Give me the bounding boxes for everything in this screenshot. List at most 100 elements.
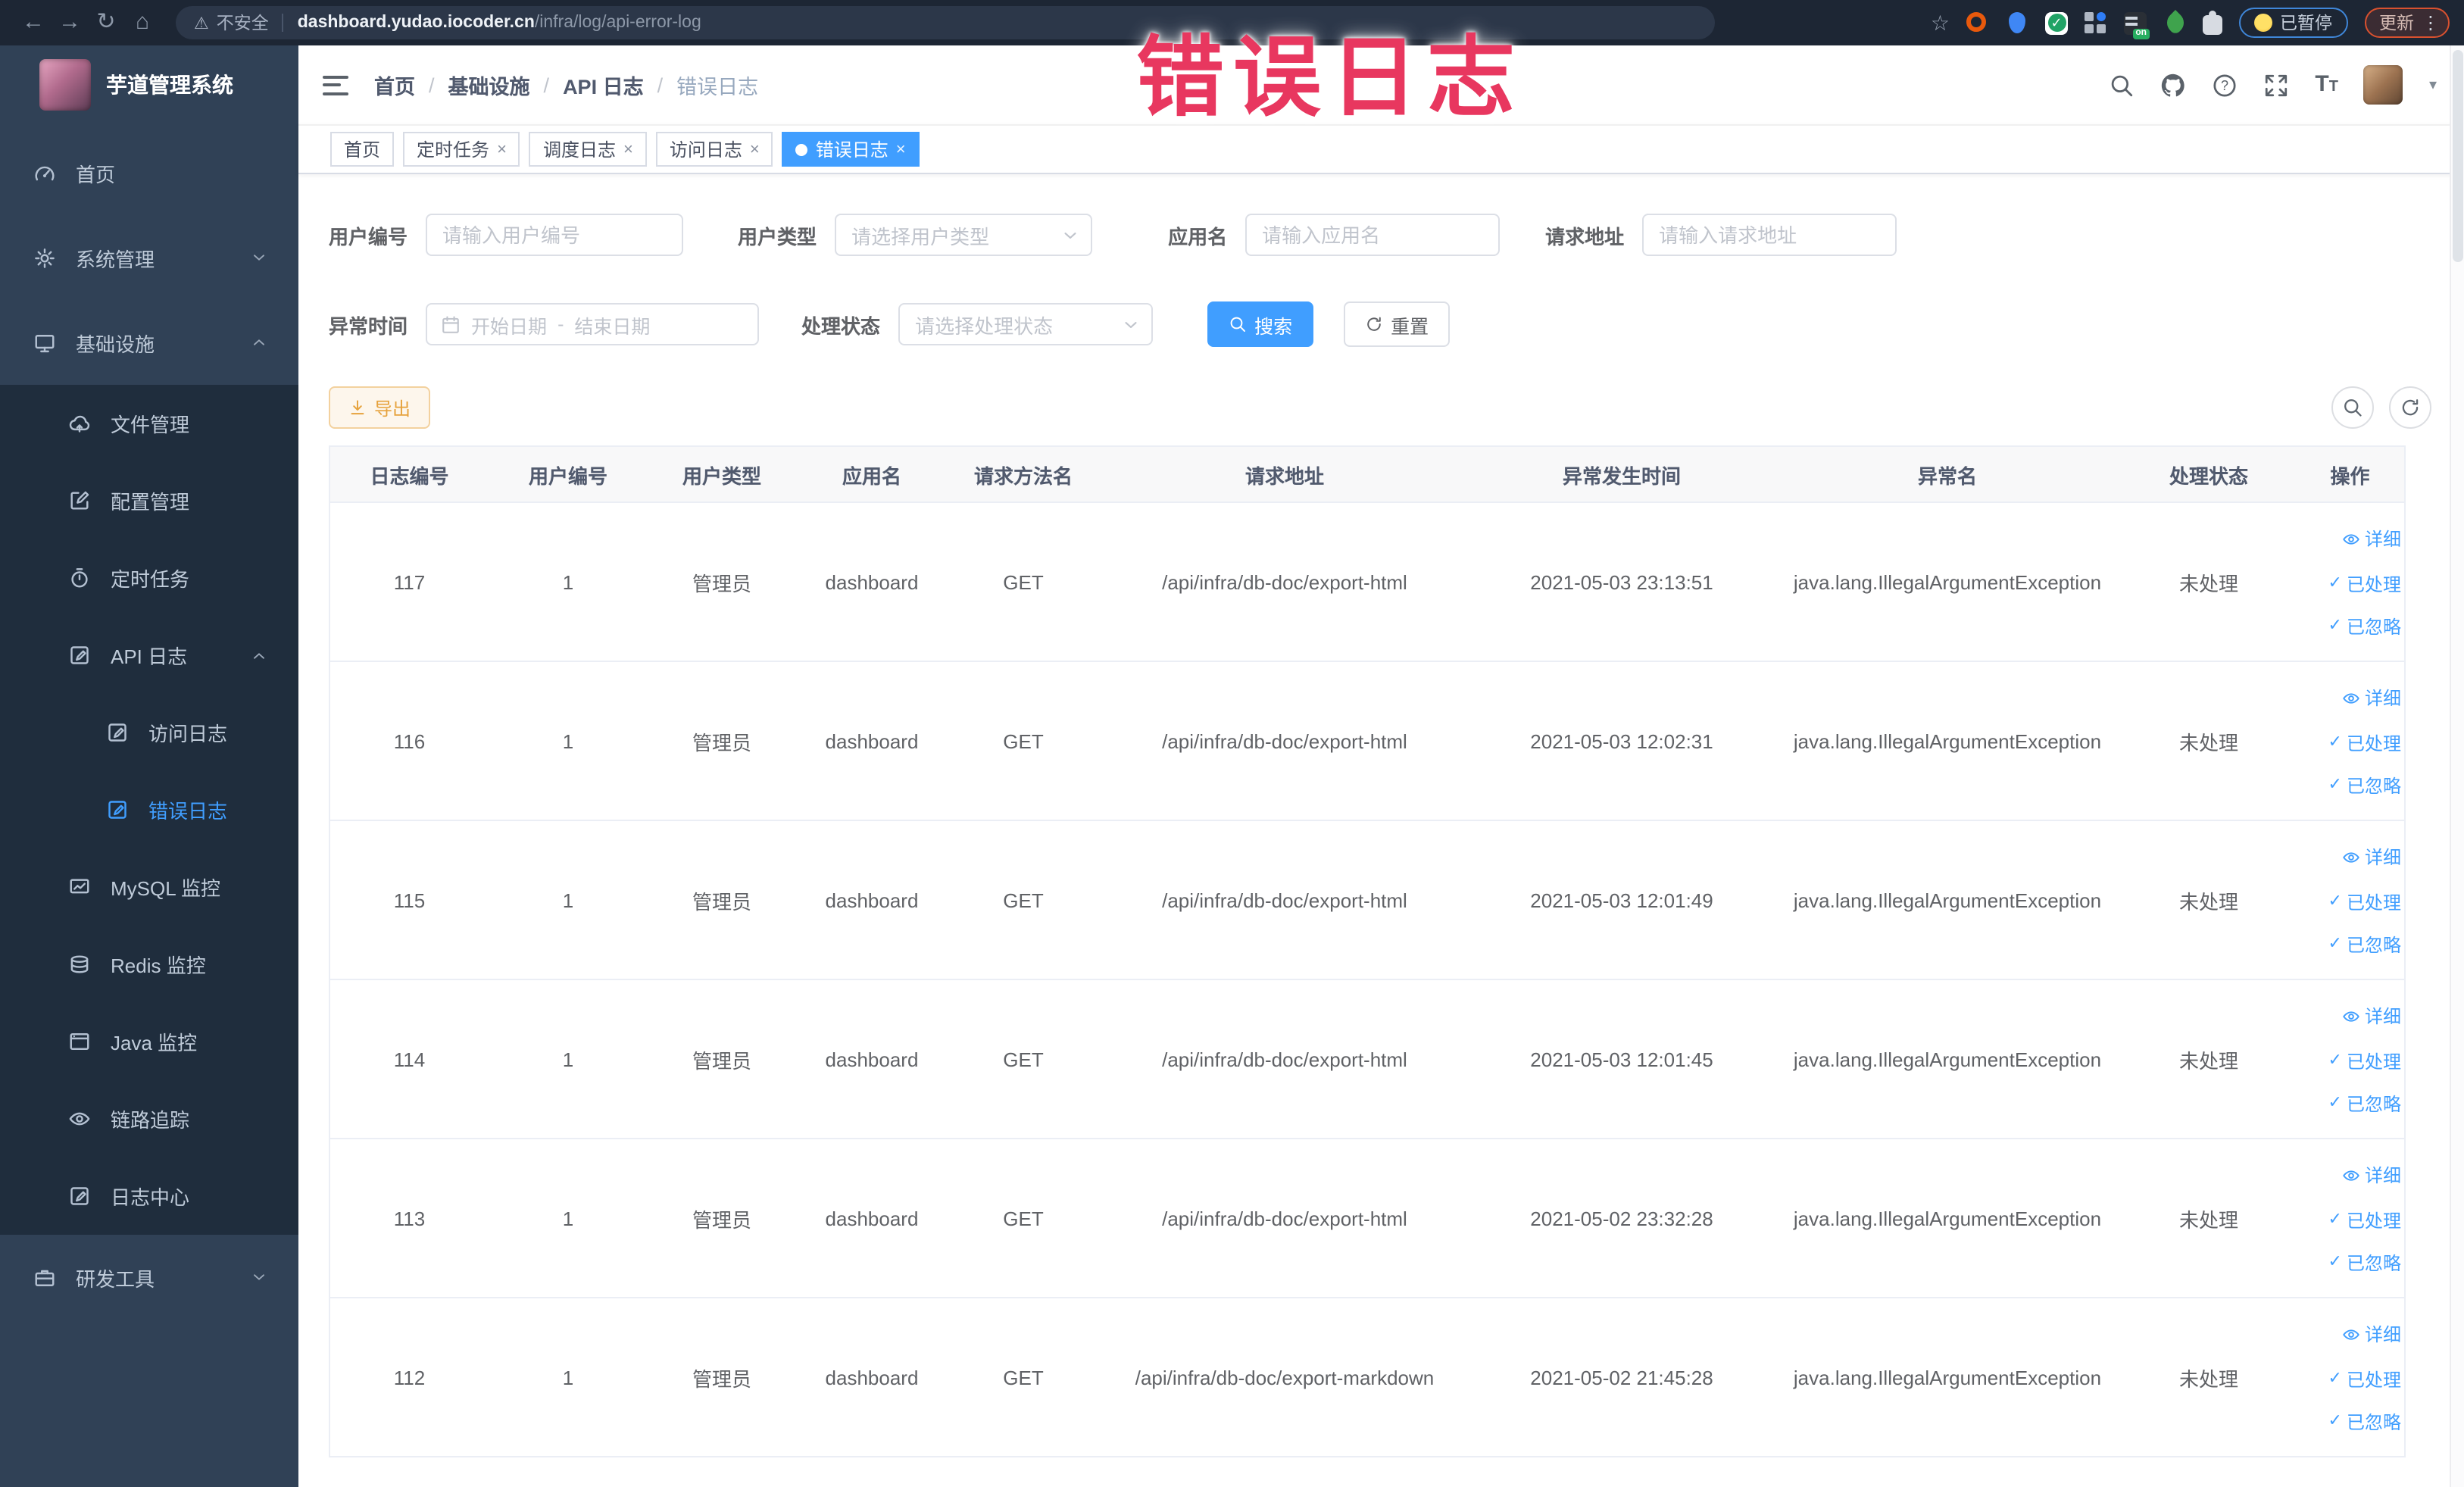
close-tab-icon[interactable]: × [750, 140, 760, 158]
sidebar-item-config-mgmt[interactable]: 配置管理 [0, 462, 298, 539]
tab-错误日志[interactable]: 错误日志 × [782, 132, 920, 167]
extensions-puzzle-icon[interactable] [2203, 10, 2222, 34]
search-button[interactable]: 搜索 [1207, 301, 1314, 347]
user-id-input[interactable] [426, 214, 684, 256]
sidebar-item-api-log[interactable]: API 日志 [0, 617, 298, 694]
processed-link[interactable]: ✓ 已处理 [2328, 563, 2401, 605]
tab-调度日志[interactable]: 调度日志 × [529, 132, 647, 167]
cell-process-status: 未处理 [2122, 1298, 2296, 1457]
page-scrollbar[interactable] [2449, 45, 2464, 1487]
extension-shield-icon[interactable] [2006, 11, 2028, 34]
processed-link[interactable]: ✓ 已处理 [2328, 1358, 2401, 1401]
bookmark-star-icon[interactable]: ☆ [1931, 10, 1950, 36]
breadcrumb-api-log[interactable]: API 日志 [563, 70, 644, 100]
ignored-link[interactable]: ✓ 已忽略 [2328, 1082, 2401, 1125]
tab-首页[interactable]: 首页 [330, 132, 395, 167]
user-avatar[interactable] [2363, 65, 2403, 105]
eye-icon [2342, 848, 2360, 867]
ignored-link[interactable]: ✓ 已忽略 [2328, 1242, 2401, 1284]
sidebar-item-error-log[interactable]: 错误日志 [0, 771, 298, 848]
reset-button[interactable]: 重置 [1344, 301, 1451, 347]
sidebar-item-dev-tools[interactable]: 研发工具 [0, 1235, 298, 1320]
sidebar-item-java-monitor[interactable]: Java 监控 [0, 1003, 298, 1080]
extension-check-icon[interactable]: ✓ [2045, 11, 2068, 34]
column-header: 操作 [2296, 446, 2405, 503]
user-type-select[interactable]: 请选择用户类型 [835, 214, 1093, 256]
table-row: 114 1 管理员 dashboard GET/api/infra/db-doc/exp… [329, 979, 2405, 1139]
header-search-icon[interactable] [2109, 72, 2135, 98]
scrollbar-thumb[interactable] [2452, 50, 2462, 262]
tab-定时任务[interactable]: 定时任务 × [403, 132, 520, 167]
sidebar-item-mysql-monitor[interactable]: MySQL 监控 [0, 848, 298, 926]
browser-home-icon[interactable]: ⌂ [124, 0, 161, 45]
processed-link[interactable]: ✓ 已处理 [2328, 1040, 2401, 1082]
user-menu-caret-icon[interactable]: ▾ [2429, 77, 2437, 93]
processed-link[interactable]: ✓ 已处理 [2328, 1199, 2401, 1242]
sidebar-item-trace[interactable]: 链路追踪 [0, 1080, 298, 1157]
check-icon: ✓ [2328, 935, 2342, 953]
tab-label: 定时任务 [417, 139, 490, 161]
tab-访问日志[interactable]: 访问日志 × [655, 132, 773, 167]
sidebar-toggle-icon[interactable] [323, 75, 348, 95]
cell-user-id: 1 [489, 820, 648, 980]
extension-plant-icon[interactable] [2162, 9, 2188, 35]
detail-link[interactable]: 详细 [2342, 518, 2401, 561]
extension-on-badge-icon[interactable]: on [2124, 11, 2150, 39]
sidebar-item-label: 定时任务 [111, 568, 190, 591]
cell-request-url: /api/infra/db-doc/export-html [1099, 1139, 1470, 1298]
ignored-link[interactable]: ✓ 已忽略 [2328, 1401, 2401, 1443]
detail-link[interactable]: 详细 [2342, 677, 2401, 720]
export-button[interactable]: 导出 [329, 386, 431, 429]
check-icon: ✓ [2328, 776, 2342, 794]
browser-reload-icon[interactable]: ↻ [88, 0, 124, 45]
sidebar-item-redis-monitor[interactable]: Redis 监控 [0, 926, 298, 1003]
sidebar-item-log-center[interactable]: 日志中心 [0, 1157, 298, 1235]
breadcrumb-home[interactable]: 首页 [374, 70, 415, 100]
detail-link[interactable]: 详细 [2342, 836, 2401, 879]
sidebar-item-infrastructure[interactable]: 基础设施 [0, 300, 298, 385]
close-tab-icon[interactable]: × [497, 140, 507, 158]
cell-log-id: 115 [329, 820, 489, 980]
detail-link[interactable]: 详细 [2342, 1154, 2401, 1197]
ignored-link[interactable]: ✓ 已忽略 [2328, 764, 2401, 807]
exception-time-range-picker[interactable]: 开始日期 - 结束日期 [426, 303, 760, 345]
refresh-table-button[interactable] [2388, 386, 2431, 429]
app-name-input[interactable] [1245, 214, 1501, 256]
sidebar-item-home[interactable]: 首页 [0, 130, 298, 215]
profile-emoji-icon [2254, 14, 2272, 32]
sidebar-item-file-mgmt[interactable]: 文件管理 [0, 385, 298, 462]
request-url-input[interactable] [1642, 214, 1897, 256]
ignored-link[interactable]: ✓ 已忽略 [2328, 605, 2401, 648]
processed-link[interactable]: ✓ 已处理 [2328, 881, 2401, 923]
close-tab-icon[interactable]: × [896, 140, 906, 158]
github-icon[interactable] [2160, 72, 2186, 98]
filter-row-2: 异常时间 开始日期 - 结束日期 处理状态 请选择处理状态 搜索 重置 [329, 301, 2434, 347]
breadcrumb-infrastructure[interactable]: 基础设施 [448, 70, 530, 100]
page-content: 用户编号 用户类型 请选择用户类型 应用名 请求地址 异常时间 [298, 174, 2464, 1487]
browser-forward-icon[interactable]: → [52, 0, 88, 45]
help-icon[interactable]: ? [2212, 72, 2238, 98]
sidebar-item-label: 研发工具 [76, 1267, 155, 1290]
processed-link[interactable]: ✓ 已处理 [2328, 722, 2401, 764]
ignored-link[interactable]: ✓ 已忽略 [2328, 923, 2401, 966]
extension-grid-icon[interactable] [2085, 11, 2107, 34]
date-start-placeholder: 开始日期 [471, 316, 548, 337]
error-log-table: 日志编号 用户编号 用户类型 应用名 请求方法名 请求地址 异常发生时间 异常名 处理状态 操作 … [329, 445, 2406, 1457]
sidebar-item-system-mgmt[interactable]: 系统管理 [0, 215, 298, 300]
paused-profile-chip[interactable]: 已暂停 [2239, 8, 2347, 38]
font-size-icon[interactable]: TT [2315, 70, 2338, 99]
process-status-select[interactable]: 请选择处理状态 [898, 303, 1154, 345]
extension-orange-icon[interactable] [1966, 11, 1989, 34]
close-tab-icon[interactable]: × [623, 140, 633, 158]
browser-back-icon[interactable]: ← [15, 0, 52, 45]
cell-exception-time: 2021-05-03 12:01:49 [1470, 820, 1773, 980]
sidebar-item-scheduled-tasks[interactable]: 定时任务 [0, 539, 298, 617]
toggle-search-button[interactable] [2331, 386, 2373, 429]
detail-link[interactable]: 详细 [2342, 995, 2401, 1038]
browser-update-button[interactable]: 更新 ⋮ [2364, 8, 2449, 38]
browser-menu-kebab-icon[interactable]: ⋮ [2422, 12, 2440, 33]
fullscreen-icon[interactable] [2263, 72, 2289, 98]
app-logo[interactable]: 芋道管理系统 [0, 45, 298, 124]
sidebar-item-access-log[interactable]: 访问日志 [0, 694, 298, 771]
detail-link[interactable]: 详细 [2342, 1314, 2401, 1356]
